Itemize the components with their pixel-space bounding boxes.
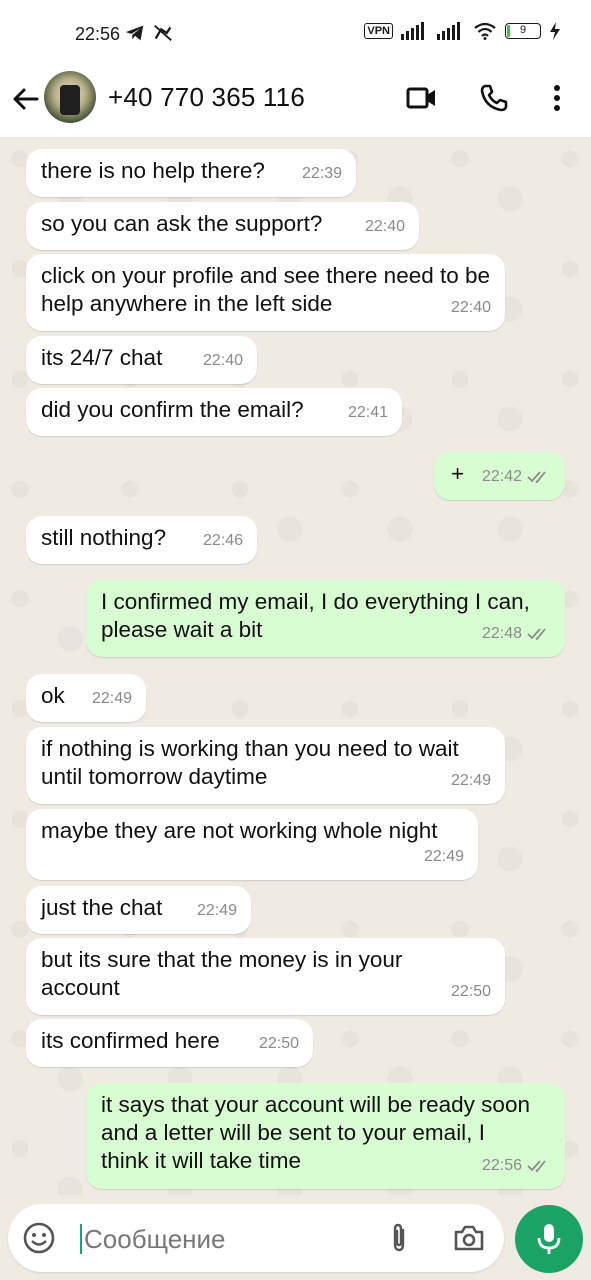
message-text: click on your profile and see there need… [41,263,491,316]
message-input[interactable] [80,1224,370,1254]
message-time-wrap: 22:56 [482,1152,551,1180]
emoji-icon[interactable] [22,1221,56,1255]
message-time: 22:40 [450,299,491,316]
message-incoming[interactable]: but its sure that the money is in your a… [26,938,505,1015]
message-outgoing[interactable]: it says that your account will be ready … [86,1083,565,1189]
chat-header: +40 770 365 116 [0,66,591,138]
video-call-icon[interactable] [405,82,437,114]
more-vert-icon[interactable] [541,82,573,114]
message-time: 22:48 [481,625,522,642]
message-incoming[interactable]: click on your profile and see there need… [26,254,505,331]
message-time: 22:42 [481,468,522,485]
battery-level: 9 [519,24,527,36]
message-time: 22:50 [450,983,491,1000]
message-text: did you confirm the email? [41,397,304,422]
message-incoming[interactable]: maybe they are not working whole night 2… [26,809,478,880]
message-time: 22:46 [202,532,243,549]
message-time-wrap: 22:42 [482,463,551,491]
message-incoming[interactable]: did you confirm the email? 22:41 [26,388,402,436]
vpn-badge: VPN [364,23,393,39]
charging-icon [550,22,560,40]
battery-fill [507,25,510,37]
muted-notification-icon [154,24,172,42]
back-arrow-icon[interactable] [10,84,40,114]
message-incoming[interactable]: so you can ask the support? 22:40 [26,202,419,250]
status-bar: 22:56 VPN 9 [0,0,591,66]
message-text: but its sure that the money is in your a… [41,947,403,1000]
avatar[interactable] [44,71,96,123]
message-time: 22:41 [347,404,388,421]
message-time: 22:56 [481,1157,522,1174]
message-incoming[interactable]: its confirmed here 22:50 [26,1019,313,1067]
message-outgoing[interactable]: I confirmed my email, I do everything I … [86,580,565,657]
message-outgoing[interactable]: + 22:42 [434,452,565,500]
wifi-icon [474,22,496,40]
message-incoming[interactable]: if nothing is working than you need to w… [26,727,505,804]
battery-indicator: 9 [505,23,541,39]
message-incoming[interactable]: still nothing? 22:46 [26,516,257,564]
message-time: 22:40 [202,352,243,369]
read-ticks-icon [527,1160,546,1173]
status-notification-icons [124,22,174,44]
message-time: 22:49 [91,690,132,707]
status-time: 22:56 [75,24,121,44]
read-ticks-icon [527,471,546,484]
status-right-icons: VPN 9 [364,22,561,40]
chat-messages[interactable]: there is no help there? 22:39 so you can… [0,139,591,1195]
message-incoming[interactable]: just the chat 22:49 [26,886,251,934]
message-text: there is no help there? [41,158,265,183]
read-ticks-icon [527,628,546,641]
message-incoming[interactable]: ok 22:49 [26,674,146,722]
message-time: 22:49 [450,772,491,789]
attach-icon[interactable] [382,1221,416,1255]
message-time: 22:39 [301,165,342,182]
phone-icon[interactable] [478,82,510,114]
signal-icon-2 [437,22,460,40]
message-time: 22:49 [196,902,237,919]
telegram-icon [125,25,144,41]
mic-button[interactable] [515,1205,583,1273]
contact-name[interactable]: +40 770 365 116 [108,82,305,113]
message-incoming[interactable]: its 24/7 chat 22:40 [26,336,257,384]
signal-icon [401,22,424,40]
mic-icon [537,1224,561,1254]
message-text: if nothing is working than you need to w… [41,736,459,789]
camera-icon[interactable] [452,1221,486,1255]
message-text: so you can ask the support? [41,211,323,236]
message-incoming[interactable]: there is no help there? 22:39 [26,149,356,197]
message-time: 22:50 [258,1035,299,1052]
message-text: maybe they are not working whole night [41,818,438,843]
message-time: 22:49 [423,848,464,865]
message-time-wrap: 22:48 [482,620,551,648]
message-time: 22:40 [364,218,405,235]
message-composer [8,1204,504,1272]
message-text: it says that your account will be ready … [101,1092,530,1173]
